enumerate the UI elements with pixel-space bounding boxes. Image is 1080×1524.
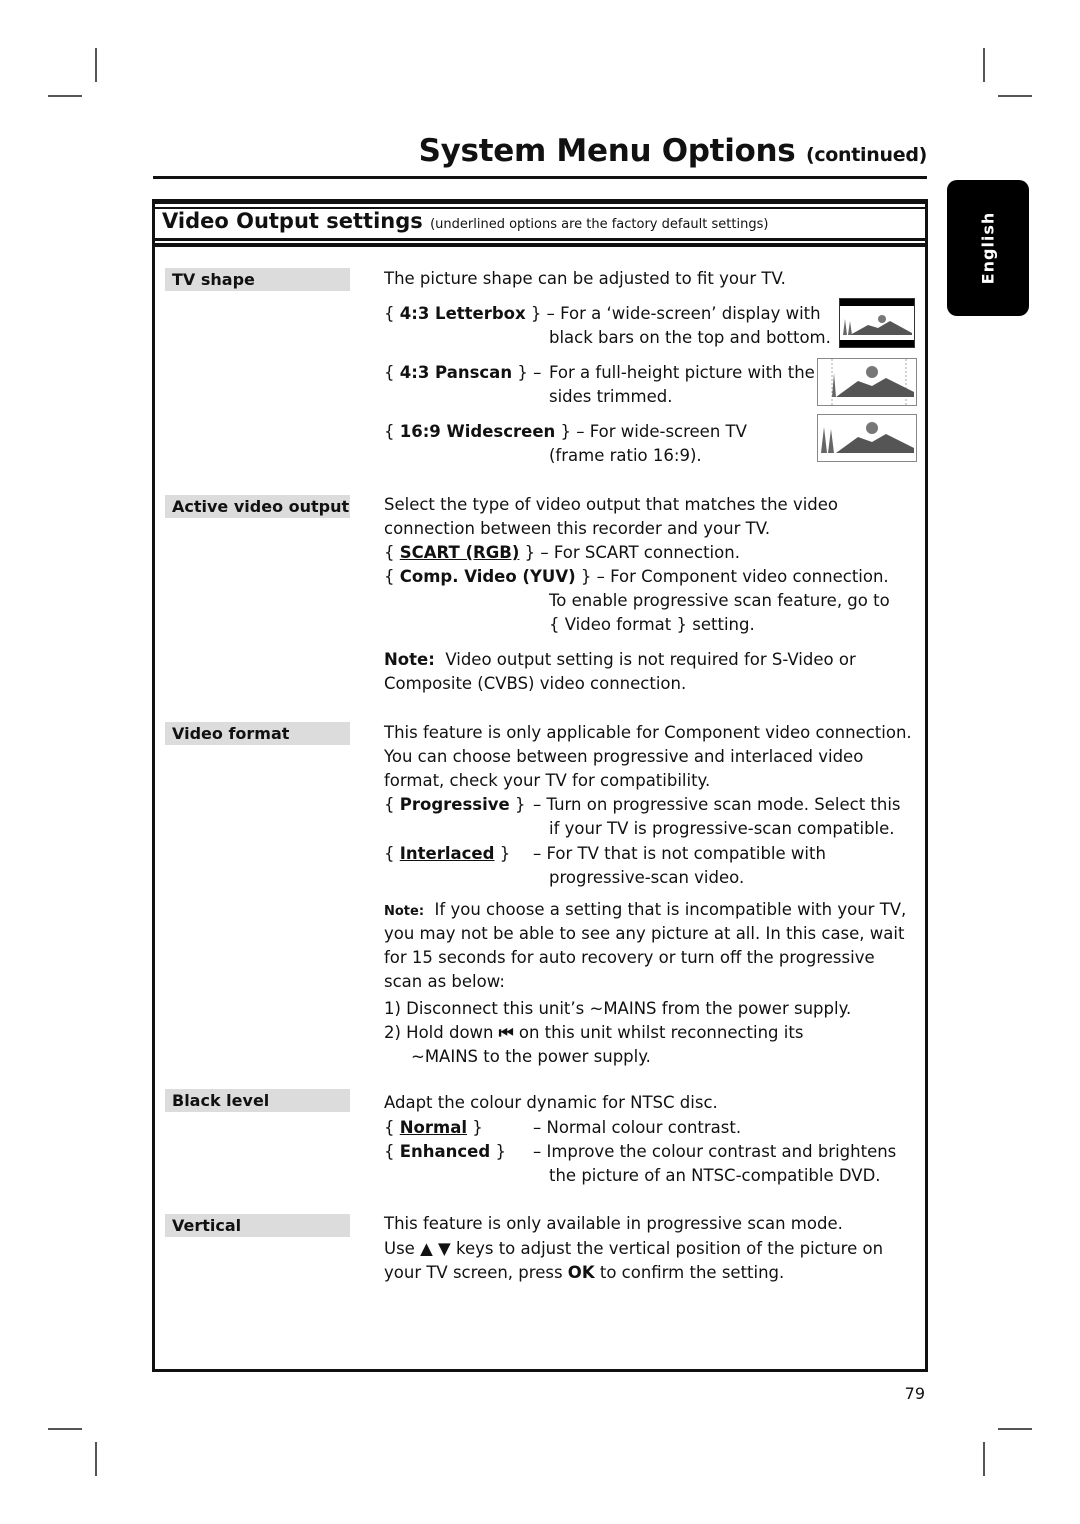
panscan-picture-icon (817, 358, 917, 406)
crop-mark (983, 48, 985, 82)
section-subtitle: (underlined options are the factory defa… (430, 217, 769, 232)
section-title: Video Output settings (162, 209, 423, 233)
vf-intro-2: You can choose between progressive and i… (384, 747, 864, 766)
vf-step-1: 1) Disconnect this unit’s ~MAINS from th… (384, 999, 852, 1018)
vf-note-2: you may not be able to see any picture a… (384, 924, 905, 943)
vertical-line-1: This feature is only available in progre… (384, 1214, 843, 1233)
bl-intro: Adapt the colour dynamic for NTSC disc. (384, 1093, 718, 1112)
avo-intro-2: connection between this recorder and you… (384, 519, 771, 538)
section-rule (152, 199, 928, 204)
language-tab: English (947, 180, 1029, 316)
option-comp-video: { Comp. Video (YUV) } – For Component vi… (384, 567, 889, 586)
option-enhanced-desc: – Improve the colour contrast and bright… (533, 1142, 897, 1161)
tv-shape-intro: The picture shape can be adjusted to fit… (384, 269, 786, 288)
vf-intro-1: This feature is only applicable for Comp… (384, 723, 912, 742)
vf-note-3: for 15 seconds for auto recovery or turn… (384, 948, 875, 967)
setting-label-video-format: Video format (165, 722, 350, 745)
crop-mark (998, 1428, 1032, 1430)
option-interlaced-desc: – For TV that is not compatible with (533, 844, 826, 863)
option-letterbox: { 4:3 Letterbox } – For a ‘wide-screen’ … (384, 304, 821, 323)
crop-mark (48, 1428, 82, 1430)
crop-mark (983, 1442, 985, 1476)
section-rule (152, 238, 928, 241)
down-arrow-icon: ▼ (438, 1239, 451, 1258)
avo-note-1: Note: Video output setting is not requir… (384, 650, 856, 669)
vf-intro-3: format, check your TV for compatibility. (384, 771, 711, 790)
option-panscan-desc: For a full-height picture with the (549, 363, 815, 382)
avo-note-2: Composite (CVBS) video connection. (384, 674, 687, 693)
avo-intro-1: Select the type of video output that mat… (384, 495, 839, 514)
crop-mark (95, 1442, 97, 1476)
setting-label-active-video-output: Active video output (165, 495, 350, 518)
language-tab-label: English (978, 211, 998, 285)
option-comp-video-cont-1: To enable progressive scan feature, go t… (549, 591, 890, 610)
option-normal: { Normal } (384, 1118, 483, 1137)
section-rule (152, 243, 928, 247)
setting-label-vertical: Vertical (165, 1214, 350, 1237)
option-enhanced: { Enhanced } (384, 1142, 506, 1161)
option-interlaced: { Interlaced } (384, 844, 511, 863)
option-progressive: { Progressive } (384, 795, 526, 814)
vf-step-2: 2) Hold down ⏮ on this unit whilst recon… (384, 1023, 804, 1042)
option-panscan: { 4:3 Panscan } – (384, 363, 542, 382)
crop-mark (95, 48, 97, 82)
crop-mark (48, 95, 82, 97)
section-heading: Video Output settings (underlined option… (162, 209, 768, 233)
option-widescreen: { 16:9 Widescreen } – For wide-screen TV (384, 422, 747, 441)
up-arrow-icon: ▲ (420, 1239, 433, 1258)
widescreen-picture-icon (817, 414, 917, 462)
title-rule (153, 176, 927, 179)
crop-mark (998, 95, 1032, 97)
option-interlaced-cont: progressive-scan video. (549, 868, 745, 887)
option-progressive-desc: – Turn on progressive scan mode. Select … (533, 795, 901, 814)
option-enhanced-cont: the picture of an NTSC-compatible DVD. (549, 1166, 881, 1185)
option-comp-video-cont-2: { Video format } setting. (549, 615, 755, 634)
page-title-main: System Menu Options (418, 133, 796, 169)
option-normal-desc: – Normal colour contrast. (533, 1118, 742, 1137)
option-panscan-cont: sides trimmed. (549, 387, 673, 406)
option-letterbox-cont: black bars on the top and bottom. (549, 328, 831, 347)
vf-step-2-cont: ~MAINS to the power supply. (411, 1047, 651, 1066)
page-title-suffix: (continued) (805, 144, 927, 166)
vf-note-4: scan as below: (384, 972, 505, 991)
page-number: 79 (904, 1384, 925, 1403)
vf-note-1: Note: If you choose a setting that is in… (384, 900, 907, 919)
vertical-line-3: your TV screen, press OK to confirm the … (384, 1263, 785, 1282)
vertical-line-2: Use ▲ ▼ keys to adjust the vertical posi… (384, 1239, 884, 1258)
previous-skip-icon: ⏮ (498, 1023, 514, 1042)
setting-label-tv-shape: TV shape (165, 268, 350, 291)
page-title: System Menu Options (continued) (418, 133, 928, 169)
setting-label-black-level: Black level (165, 1089, 350, 1112)
option-widescreen-cont: (frame ratio 16:9). (549, 446, 702, 465)
letterbox-picture-icon (839, 298, 915, 348)
option-progressive-cont: if your TV is progressive-scan compatibl… (549, 819, 895, 838)
option-scart-rgb: { SCART (RGB) } – For SCART connection. (384, 543, 740, 562)
